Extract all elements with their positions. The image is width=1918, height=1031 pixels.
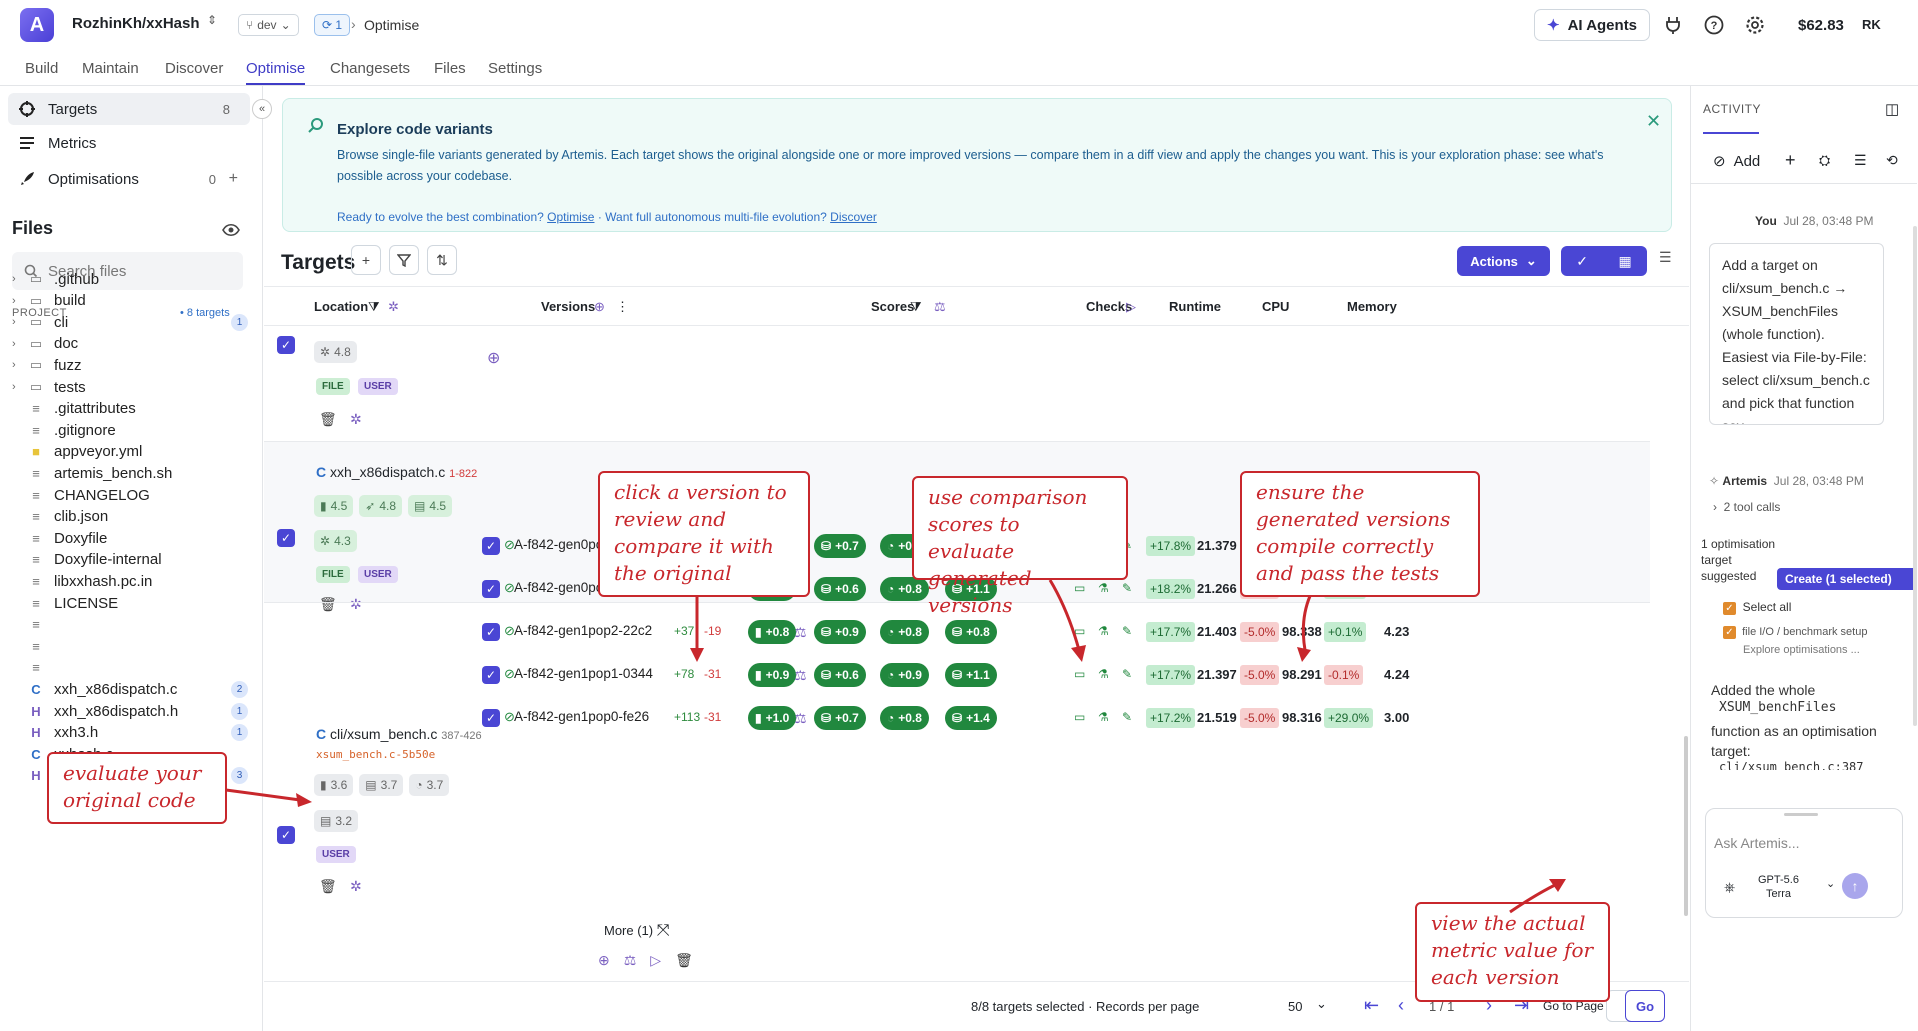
agent-message: function as an optimisation target: xyxy=(1711,723,1877,759)
suggestion-text: 1 optimisation target suggested xyxy=(1701,537,1776,583)
agent-name: Artemis xyxy=(1722,474,1768,488)
check-icon: ✓ xyxy=(1723,626,1736,639)
suggestion-item[interactable]: ✓ file I/O / benchmark setup xyxy=(1723,626,1867,639)
agent-meta: ✧ Artemis Jul 28, 03:48 PM xyxy=(1709,474,1864,488)
ask-artemis-input[interactable]: Ask Artemis... xyxy=(1714,835,1800,851)
model-selector[interactable]: GPT-5.6 Terra xyxy=(1758,873,1799,901)
active-tab-indicator xyxy=(1703,132,1759,134)
menu-icon[interactable]: ☰ xyxy=(1854,152,1867,169)
timestamp: Jul 28, 03:48 PM xyxy=(1783,214,1874,228)
callout-arrows xyxy=(225,579,1566,914)
robot-icon[interactable]: ⛭ xyxy=(1819,152,1830,169)
help-icon[interactable]: ? xyxy=(1703,14,1725,36)
activity-title: ACTIVITY xyxy=(1703,102,1762,116)
message-meta: You Jul 28, 03:48 PM xyxy=(1755,214,1874,228)
credit-balance: $62.83 xyxy=(1798,17,1844,34)
send-button[interactable]: ↑ xyxy=(1842,873,1868,899)
tool-calls-toggle[interactable]: › 2 tool calls xyxy=(1713,500,1780,514)
user-message: Add a target on cli/xsum_bench.c → XSUM_… xyxy=(1709,243,1884,425)
gear-icon[interactable] xyxy=(1744,14,1766,36)
select-all-label: Select all xyxy=(1742,600,1792,614)
model-name: GPT-5.6 xyxy=(1758,874,1799,886)
explore-link[interactable]: Explore optimisations ... xyxy=(1743,644,1860,656)
select-all-checkbox[interactable]: ✓ Select all xyxy=(1723,600,1791,615)
history-icon[interactable]: ⟲ xyxy=(1886,152,1898,169)
model-icon: ⎈ xyxy=(1724,879,1736,895)
chevron-down-icon[interactable]: ⌄ xyxy=(1826,877,1835,890)
scrollbar[interactable] xyxy=(1913,226,1917,726)
main-panel: Explore code variants Browse single-file… xyxy=(47,86,1689,1031)
check-circle-icon: ⊘ xyxy=(1713,153,1726,170)
avatar[interactable]: RK xyxy=(1862,17,1881,32)
panel-toggle-icon[interactable]: ◫ xyxy=(1885,100,1899,118)
function-code: XSUM_benchFiles xyxy=(1719,700,1837,715)
timestamp: Jul 28, 03:48 PM xyxy=(1773,474,1864,488)
create-button[interactable]: Create (1 selected) xyxy=(1777,568,1917,590)
plus-icon[interactable]: + xyxy=(1785,150,1796,171)
model-variant: Terra xyxy=(1765,888,1792,900)
divider xyxy=(1691,183,1917,184)
code-ref: cli/xsum_bench.c:387 xyxy=(1719,760,1864,770)
svg-text:?: ? xyxy=(1711,20,1718,32)
sender: You xyxy=(1755,214,1777,228)
add-activity-button[interactable]: ⊘ Add xyxy=(1713,146,1779,176)
sparkle-icon: ✧ xyxy=(1709,474,1720,488)
add-label: Add xyxy=(1733,152,1761,170)
chat-input-box: Ask Artemis... ⎈ GPT-5.6 Terra ⌄ ↑ xyxy=(1705,808,1903,918)
arrow-up-icon: ↑ xyxy=(1851,878,1859,894)
agent-message: Added the whole xyxy=(1711,682,1816,698)
item-label: file I/O / benchmark setup xyxy=(1742,626,1868,638)
tool-calls-label: 2 tool calls xyxy=(1723,500,1781,514)
check-icon: ✓ xyxy=(1723,602,1736,615)
drag-handle[interactable] xyxy=(1784,813,1818,816)
activity-panel: ACTIVITY ◫ ⊘ Add + ⛭ ☰ ⟲ You Jul 28, 03:4… xyxy=(1690,86,1918,1031)
